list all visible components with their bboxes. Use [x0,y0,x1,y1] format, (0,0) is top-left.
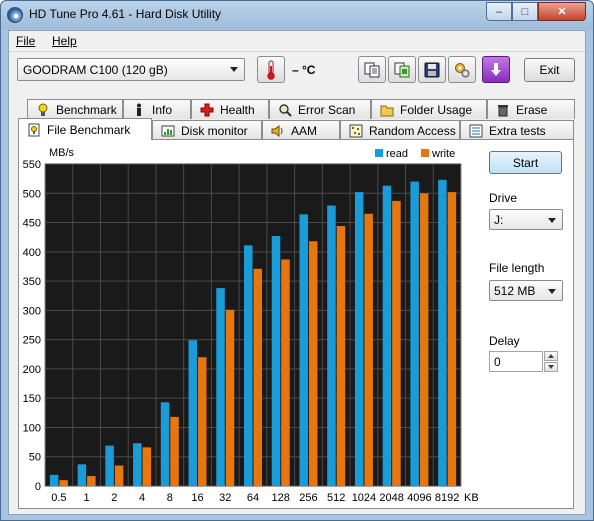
y-tick-label: 300 [23,305,41,317]
x-tick-label: 16 [191,492,203,504]
bar-read [410,181,419,486]
bar-write [170,416,179,486]
bar-read [271,236,281,486]
x-tick-label: 32 [219,492,231,504]
bar-read [382,185,392,487]
delay-label: Delay [489,334,520,348]
bar-write [308,241,318,486]
x-tick-label: 1024 [352,492,376,504]
drive-label: Drive [489,191,518,205]
y-tick-label: 350 [23,276,41,288]
bar-write [281,259,290,486]
bar-write [336,226,346,487]
y-tick-label: 150 [23,393,41,405]
legend-swatch-write [421,149,429,157]
bar-write [198,357,207,486]
bar-write [392,200,401,486]
client-area: File Help GOODRAM C100 (120 gB) – °C Exi… [8,30,586,515]
x-tick-label: 64 [247,492,259,504]
x-tick-label: 512 [327,492,345,504]
window-title: HD Tune Pro 4.61 - Hard Disk Utility [29,7,222,21]
bar-read [160,402,170,486]
tab-file-benchmark[interactable]: File Benchmark [18,118,152,140]
delay-input[interactable]: 0 [489,351,543,372]
legend-label-write: write [431,148,455,160]
y-tick-label: 450 [23,218,41,230]
bar-read [49,474,59,486]
bar-write [142,447,152,486]
bar-write [419,193,429,487]
maximize-button[interactable]: □ [512,2,538,21]
x-tick-label: 1 [84,492,90,504]
bar-read [188,340,198,486]
drive-letter-dropdown[interactable]: J: [489,209,563,230]
legend-label-read: read [386,148,408,160]
bar-read [354,192,364,487]
x-tick-label: 256 [299,492,317,504]
bar-write [364,213,373,486]
drive-letter-value: J: [494,213,504,227]
x-tick-label: 8 [167,492,173,504]
title-bar[interactable]: HD Tune Pro 4.61 - Hard Disk Utility – □… [1,1,593,29]
bar-read [327,205,336,487]
bar-read [438,179,447,487]
file-length-dropdown[interactable]: 512 MB [489,280,563,301]
bar-write [114,465,124,486]
bar-write [253,268,262,486]
y-tick-label: 500 [23,188,41,200]
bar-write [87,476,96,486]
tab-label: File Benchmark [47,122,131,137]
app-window: HD Tune Pro 4.61 - Hard Disk Utility – □… [0,0,594,521]
x-tick-label: 128 [272,492,290,504]
bar-write [59,480,68,486]
bar-read [133,443,142,486]
chevron-down-icon [548,289,556,294]
x-tick-label: 4 [139,492,145,504]
y-tick-label: 400 [23,247,41,259]
app-icon [7,7,23,23]
close-button[interactable]: ✕ [538,2,586,21]
y-tick-label: 200 [23,364,41,376]
delay-decrement-button[interactable] [544,362,558,372]
bar-write [447,192,457,487]
x-tick-label: 0.5 [51,492,66,504]
x-tick-label: 4096 [407,492,431,504]
bar-read [77,464,87,486]
file-length-value: 512 MB [494,284,536,298]
bar-read [216,288,225,486]
file-length-label: File length [489,261,545,275]
x-axis-unit: KB [464,492,479,504]
file-benchmark-icon [27,123,41,137]
legend-swatch-read [375,149,383,157]
y-tick-label: 550 [23,159,41,171]
y-axis-label: MB/s [49,147,75,159]
y-tick-label: 50 [29,452,41,464]
bar-read [299,214,308,486]
bar-read [244,245,253,486]
start-button[interactable]: Start [489,151,562,174]
chevron-down-icon [548,218,556,223]
x-tick-label: 2048 [379,492,403,504]
x-tick-label: 2 [111,492,117,504]
x-tick-label: 8192 [435,492,459,504]
y-tick-label: 100 [23,422,41,434]
bar-write [225,309,235,486]
delay-increment-button[interactable] [544,351,558,361]
bar-read [105,445,114,486]
minimize-button[interactable]: – [486,2,512,21]
y-tick-label: 250 [23,335,41,347]
y-tick-label: 0 [35,481,41,493]
